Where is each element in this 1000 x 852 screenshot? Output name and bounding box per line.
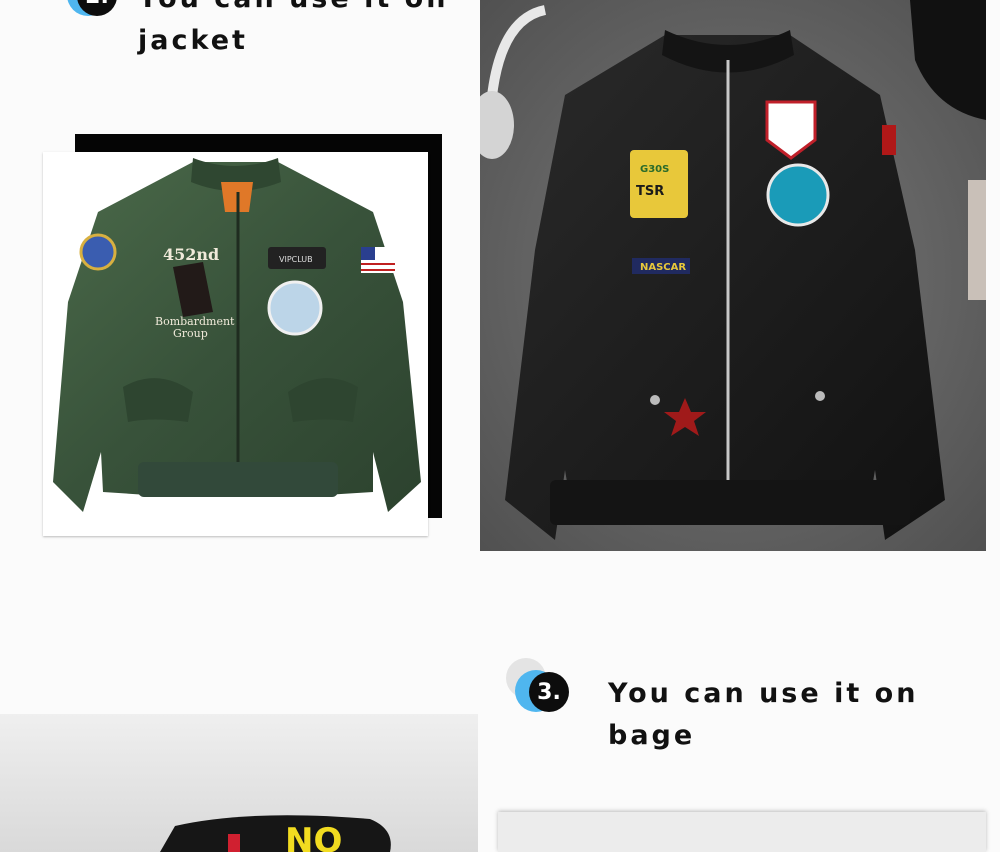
- patch-vipclub: VIPCLUB: [279, 255, 313, 264]
- badge-usage-image: NO: [0, 714, 478, 852]
- patch-tsr: TSR: [636, 184, 664, 199]
- heading-line-2: bage: [608, 720, 696, 751]
- step-3-badge: 3.: [503, 658, 573, 718]
- heading-line-2: jacket: [138, 25, 248, 56]
- partial-no-text: NO: [285, 821, 342, 852]
- section-3-heading: You can use it on bage: [608, 673, 918, 757]
- patch-g30s: G30S: [640, 164, 669, 175]
- black-jacket-image: TSR G30S NASCAR: [480, 0, 986, 551]
- patch-group: Group: [173, 327, 208, 340]
- section-2-heading: You can use it on jacket: [138, 0, 448, 62]
- patch-452nd: 452nd: [163, 245, 219, 264]
- heading-line-1: You can use it on: [608, 678, 919, 709]
- patch-nascar: NASCAR: [640, 262, 686, 273]
- step-2-badge: 2.: [55, 0, 125, 22]
- step-number: 3.: [529, 672, 569, 712]
- bag-image-card: [498, 812, 986, 852]
- heading-line-1: You can use it on: [138, 0, 448, 20]
- green-jacket-image: 452nd Bombardment Group VIPCLUB: [43, 152, 428, 536]
